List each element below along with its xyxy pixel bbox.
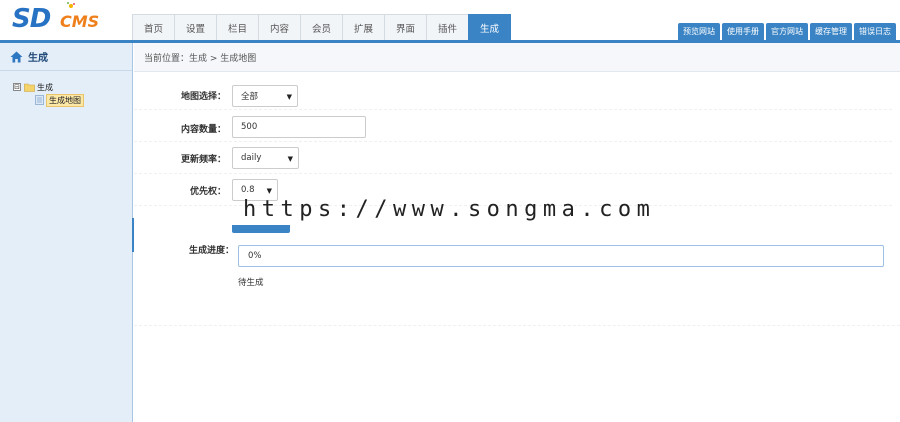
nav-tab-plugins[interactable]: 插件 — [426, 14, 469, 40]
priority-value: 0.8 — [241, 185, 255, 195]
nav-tab-members[interactable]: 会员 — [300, 14, 343, 40]
progress-value: 0% — [248, 251, 262, 261]
breadcrumb: 当前位置：生成 > 生成地图 — [134, 43, 900, 72]
preview-site-link[interactable]: 预览网站 — [678, 23, 720, 40]
collapse-toggle-icon[interactable]: ⊟ — [13, 83, 21, 91]
nav-tab-generate[interactable]: 生成 — [468, 14, 511, 40]
update-freq-label: 更新频率： — [180, 155, 226, 165]
content-count-value: 500 — [241, 122, 258, 132]
sidebar: 生成 ⊟ 生成 生成地图 — [0, 43, 133, 422]
form-row-content-count: 内容数量： 500 — [134, 110, 892, 142]
form-divider — [134, 325, 900, 326]
nav-tab-settings[interactable]: 设置 — [174, 14, 217, 40]
logo-sparkle-icon — [67, 2, 75, 8]
progress-label: 生成进度： — [188, 246, 234, 256]
tree-node-generate-label: 生成 — [37, 82, 53, 92]
form-row-map-select: 地图选择： 全部 ▼ — [134, 72, 892, 110]
folder-icon — [24, 83, 35, 92]
top-links: 预览网站 使用手册 官方网站 缓存管理 错误日志 — [678, 23, 898, 40]
sidebar-title-label: 生成 — [28, 53, 48, 64]
tree-node-sitemap-label: 生成地图 — [46, 93, 84, 107]
content-count-input[interactable]: 500 — [232, 116, 366, 138]
dropdown-caret-icon: ▼ — [266, 187, 272, 195]
dropdown-caret-icon: ▼ — [287, 155, 293, 163]
generate-button[interactable] — [232, 225, 290, 233]
map-select-dropdown[interactable]: 全部 ▼ — [232, 85, 298, 107]
nav-tab-content[interactable]: 内容 — [258, 14, 301, 40]
main-nav: 首页 设置 栏目 内容 会员 扩展 界面 插件 生成 — [132, 14, 511, 40]
official-site-link[interactable]: 官方网站 — [766, 23, 808, 40]
home-icon — [10, 51, 23, 62]
manual-link[interactable]: 使用手册 — [722, 23, 764, 40]
map-select-label: 地图选择： — [180, 92, 226, 102]
nav-tab-extend[interactable]: 扩展 — [342, 14, 385, 40]
sidebar-tree: ⊟ 生成 生成地图 — [0, 71, 132, 107]
header: SD CMS 首页 设置 栏目 内容 会员 扩展 界面 插件 生成 预览网站 使… — [0, 0, 900, 43]
cache-manage-link[interactable]: 缓存管理 — [810, 23, 852, 40]
logo-sd: SD — [12, 4, 51, 34]
tree-node-sitemap[interactable]: 生成地图 — [35, 93, 132, 107]
priority-label: 优先权： — [189, 187, 226, 197]
nav-tab-columns[interactable]: 栏目 — [216, 14, 259, 40]
error-log-link[interactable]: 错误日志 — [854, 23, 896, 40]
progress-status: 待生成 — [238, 278, 264, 288]
update-freq-value: daily — [241, 153, 262, 163]
form-row-update-freq: 更新频率： daily ▼ — [134, 142, 892, 174]
main-content: 当前位置：生成 > 生成地图 地图选择： 全部 ▼ 内容数量： 500 更新频率… — [134, 43, 900, 422]
progress-field: 0% — [238, 245, 884, 267]
content-count-label: 内容数量： — [180, 125, 226, 135]
sidebar-title: 生成 — [0, 43, 132, 71]
tree-node-generate[interactable]: ⊟ 生成 — [13, 81, 132, 93]
nav-tab-home[interactable]: 首页 — [132, 14, 175, 40]
map-select-value: 全部 — [241, 92, 259, 102]
watermark: https://www.songma.com — [243, 197, 656, 222]
page-icon — [35, 95, 44, 105]
update-freq-dropdown[interactable]: daily ▼ — [232, 147, 299, 169]
dropdown-caret-icon: ▼ — [286, 93, 292, 101]
logo[interactable]: SD CMS — [12, 2, 130, 38]
nav-tab-interface[interactable]: 界面 — [384, 14, 427, 40]
logo-cms: CMS — [60, 12, 100, 31]
